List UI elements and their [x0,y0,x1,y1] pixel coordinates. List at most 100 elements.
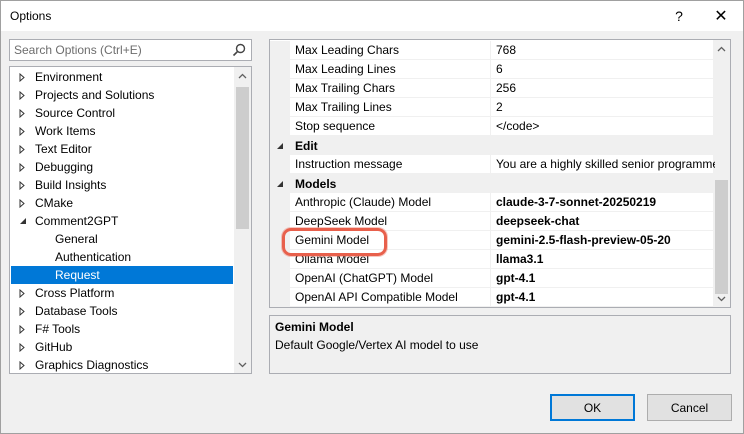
property-value[interactable]: 768 [490,41,715,60]
grid-property-row[interactable]: Max Leading Chars 768 [270,41,715,60]
tree-item[interactable]: Request [11,266,233,284]
grid-gutter [270,117,290,136]
collapsed-arrow-icon[interactable] [19,162,29,172]
collapsed-arrow-icon[interactable] [19,306,29,316]
grid-property-row[interactable]: Max Trailing Chars 256 [270,79,715,98]
tree-item-label: Work Items [35,124,96,138]
tree-item-label: Environment [35,70,103,84]
grid-scrollbar[interactable] [713,40,730,307]
tree-item[interactable]: CMake [11,194,233,212]
cancel-button[interactable]: Cancel [647,394,732,421]
tree-item-label: Comment2GPT [35,214,119,228]
grid-property-row[interactable]: Max Leading Lines 6 [270,60,715,79]
property-value[interactable]: gpt-4.1 [490,269,715,288]
grid-property-row[interactable]: Max Trailing Lines 2 [270,98,715,117]
collapsed-arrow-icon[interactable] [19,108,29,118]
expanded-arrow-icon[interactable] [19,217,29,225]
tree-item[interactable]: Source Control [11,104,233,122]
chevron-down-icon[interactable] [713,290,730,307]
tree-item-label: Debugging [35,160,94,174]
tree-item[interactable]: GitHub [11,338,233,356]
grid-gutter [270,269,290,288]
collapsed-arrow-icon[interactable] [19,342,29,352]
tree-item[interactable]: Authentication [11,248,233,266]
property-value[interactable]: gemini-2.5-flash-preview-05-20 [490,231,715,250]
property-name[interactable]: OpenAI (ChatGPT) Model [290,269,490,288]
tree-item-label: Authentication [55,250,132,264]
search-box [9,39,252,61]
property-value[interactable]: 2 [490,98,715,117]
grid-gutter [270,98,290,117]
tree-item-label: Projects and Solutions [35,88,155,102]
property-name[interactable]: Anthropic (Claude) Model [290,193,490,212]
grid-scroll-thumb[interactable] [715,180,728,294]
description-text: Default Google/Vertex AI model to use [275,338,479,352]
property-value[interactable]: 6 [490,60,715,79]
property-value[interactable]: gpt-4.1 [490,288,715,307]
tree-item[interactable]: Database Tools [11,302,233,320]
tree-item[interactable]: Text Editor [11,140,233,158]
collapsed-arrow-icon[interactable] [19,126,29,136]
tree-item[interactable]: Comment2GPT [11,212,233,230]
search-icon[interactable] [231,42,247,58]
collapsed-arrow-icon[interactable] [19,360,29,370]
property-name[interactable]: Stop sequence [290,117,490,136]
tree-item-label: F# Tools [35,322,81,336]
property-value[interactable]: 256 [490,79,715,98]
grid-property-row[interactable]: OpenAI (ChatGPT) Model gpt-4.1 [270,269,715,288]
tree-item[interactable]: General [11,230,233,248]
ok-button[interactable]: OK [550,394,635,421]
collapsed-arrow-icon[interactable] [19,144,29,154]
grid-gutter [270,288,290,307]
collapsed-arrow-icon[interactable] [19,324,29,334]
property-name[interactable]: OpenAI API Compatible Model [290,288,490,307]
property-value[interactable]: claude-3-7-sonnet-20250219 [490,193,715,212]
tree-scroll-thumb[interactable] [236,87,249,229]
property-name[interactable]: Max Leading Chars [290,41,490,60]
property-value[interactable]: llama3.1 [490,250,715,269]
grid-property-row[interactable]: Instruction message You are a highly skil… [270,155,715,174]
collapsed-arrow-icon[interactable] [19,198,29,208]
tree-item[interactable]: Work Items [11,122,233,140]
grid-property-row[interactable]: Stop sequence </code> [270,117,715,136]
tree-item-label: Source Control [35,106,116,120]
grid-category[interactable]: Models [270,174,715,193]
tree-item[interactable]: Graphics Diagnostics [11,356,233,373]
dialog-title: Options [10,9,52,23]
tree-item[interactable]: F# Tools [11,320,233,338]
property-value[interactable]: deepseek-chat [490,212,715,231]
tree-item[interactable]: Environment [11,68,233,86]
collapsed-arrow-icon[interactable] [19,288,29,298]
options-dialog: Options ? ✕ Environment Projects and Solu… [0,0,744,434]
description-panel: Gemini Model Default Google/Vertex AI mo… [269,315,731,374]
close-button[interactable]: ✕ [703,1,739,31]
tree-scrollbar[interactable] [234,67,251,373]
grid-property-row[interactable]: OpenAI API Compatible Model gpt-4.1 [270,288,715,307]
help-button[interactable]: ? [661,1,697,31]
grid-gutter [270,155,290,174]
description-title: Gemini Model [275,320,354,334]
expanded-arrow-icon[interactable] [270,142,290,150]
chevron-down-icon[interactable] [234,356,251,373]
collapsed-arrow-icon[interactable] [19,72,29,82]
search-input[interactable] [10,40,220,60]
property-value[interactable]: </code> [490,117,715,136]
grid-property-row[interactable]: Anthropic (Claude) Model claude-3-7-sonne… [270,193,715,212]
chevron-up-icon[interactable] [713,40,730,57]
tree-item-label: General [55,232,98,246]
tree-item[interactable]: Projects and Solutions [11,86,233,104]
tree-item[interactable]: Cross Platform [11,284,233,302]
grid-category[interactable]: Edit [270,136,715,155]
expanded-arrow-icon[interactable] [270,180,290,188]
tree-item[interactable]: Build Insights [11,176,233,194]
property-value[interactable]: You are a highly skilled senior programm… [490,155,715,174]
property-name[interactable]: Max Leading Lines [290,60,490,79]
property-name[interactable]: Instruction message [290,155,490,174]
property-name[interactable]: Max Trailing Chars [290,79,490,98]
collapsed-arrow-icon[interactable] [19,180,29,190]
tree-item[interactable]: Debugging [11,158,233,176]
property-name[interactable]: Max Trailing Lines [290,98,490,117]
title-bar: Options ? ✕ [1,1,743,31]
chevron-up-icon[interactable] [234,67,251,84]
collapsed-arrow-icon[interactable] [19,90,29,100]
